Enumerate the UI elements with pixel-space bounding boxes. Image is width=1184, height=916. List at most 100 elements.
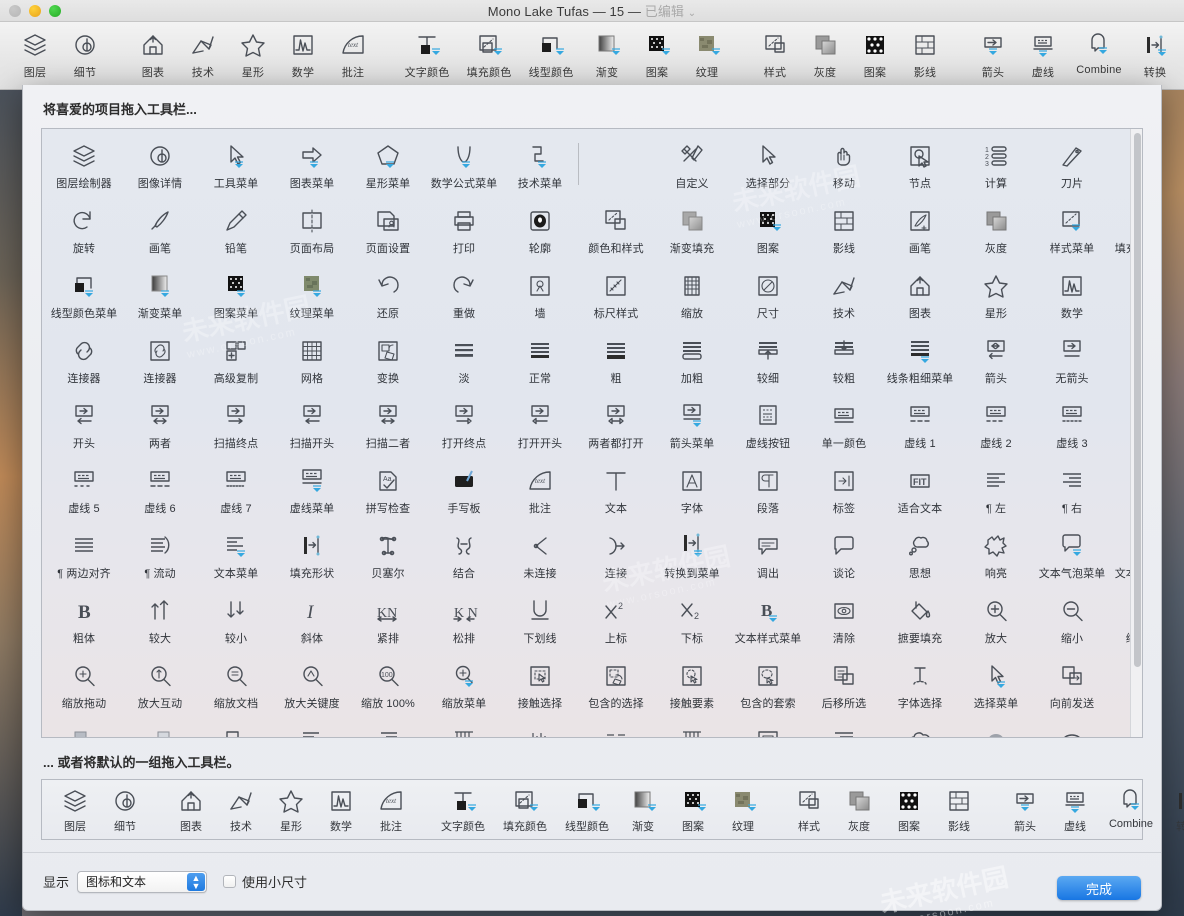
default-set-item-gradient[interactable]: 渐变 [618, 785, 668, 834]
palette-item-zoom-in[interactable]: 放大 [958, 590, 1034, 646]
palette-item-redo[interactable]: 重做 [426, 265, 502, 321]
palette-item-zoom-menu[interactable]: 缩放菜单 [426, 655, 502, 711]
palette-item-sweep-start[interactable]: 扫描开头 [274, 395, 350, 451]
palette-item-fill-shape[interactable]: 填充形状 [274, 525, 350, 581]
toolbar-item-texture[interactable]: 纹理 [682, 28, 732, 80]
default-set-item-hatch[interactable]: 影线 [934, 785, 984, 834]
palette-item-paragraph[interactable]: 段落 [730, 460, 806, 516]
palette-item-fit-text[interactable]: FIT适合文本 [882, 460, 958, 516]
palette-item-send-back[interactable]: 后移所选 [806, 655, 882, 711]
palette-item-select-part[interactable]: 选择部分 [730, 135, 806, 191]
palette-item-annotate[interactable]: text批注 [502, 460, 578, 516]
toolbar-item-text-color[interactable]: 文字颜色 [396, 28, 458, 80]
palette-item-align-right[interactable]: ¶ 右 [1034, 460, 1110, 516]
palette-item-pattern[interactable]: 图案 [730, 200, 806, 256]
palette-item-layers[interactable]: 图层绘制器 [46, 135, 122, 191]
palette-item-select-menu[interactable]: 选择菜单 [958, 655, 1034, 711]
palette-item-clear[interactable]: 清除 [806, 590, 882, 646]
palette-item-thought[interactable]: 思想 [882, 525, 958, 581]
palette-item-text[interactable]: 文本 [578, 460, 654, 516]
palette-item-align-rows2[interactable] [350, 720, 426, 737]
toolbar-item-convert[interactable]: 转换 [1130, 28, 1180, 80]
palette-item-pattern-menu[interactable]: 图案菜单 [198, 265, 274, 321]
palette-item-bold[interactable]: B粗体 [46, 590, 122, 646]
palette-item-zoom-interactive[interactable]: 放大互动 [122, 655, 198, 711]
default-set-item-chart[interactable]: 图表 [166, 785, 216, 834]
palette-item-touch-select[interactable]: 接触选择 [502, 655, 578, 711]
palette-item-dash2[interactable]: 虚线 2 [958, 395, 1034, 451]
palette-item-connector[interactable]: 连接器 [46, 330, 122, 386]
palette-item-open-end[interactable]: 打开终点 [426, 395, 502, 451]
default-toolbar-set[interactable]: 图层细节图表技术星形数学text批注文字颜色填充颜色线型颜色渐变图案纹理样式灰度… [41, 779, 1143, 841]
zoom-button[interactable] [49, 5, 61, 17]
palette-item-text-menu[interactable]: 文本菜单 [198, 525, 274, 581]
palette-item-thinner-line[interactable]: 较细 [730, 330, 806, 386]
palette-item-single-color[interactable]: 单一颜色 [806, 395, 882, 451]
palette-item-technical-menu[interactable]: 技术菜单 [502, 135, 578, 191]
palette-item-arrow-both[interactable]: 箭头 [958, 330, 1034, 386]
palette-item-loud[interactable]: 响亮 [958, 525, 1034, 581]
window-controls[interactable] [9, 5, 61, 17]
palette-item-texture-menu[interactable]: 纹理菜单 [274, 265, 350, 321]
palette-item-pencil[interactable]: 铅笔 [198, 200, 274, 256]
palette-item-print[interactable]: 打印 [426, 200, 502, 256]
palette-item-italic[interactable]: I斜体 [274, 590, 350, 646]
palette-item-spellcheck[interactable]: Aa拼写检查 [350, 460, 426, 516]
palette-item-zoom-selection[interactable]: 缩放选择 [1110, 590, 1130, 646]
palette-item-brush-plus[interactable]: 画笔 [882, 200, 958, 256]
display-mode-select[interactable]: 图标和文本 ▲▼ [77, 871, 207, 893]
palette-item-text-style-menu[interactable]: B文本样式菜单 [730, 590, 806, 646]
default-set-item-technical[interactable]: 技术 [216, 785, 266, 834]
palette-item-line-color-menu[interactable]: 线型颜色菜单 [46, 265, 122, 321]
use-small-size-row[interactable]: 使用小尺寸 [223, 872, 307, 891]
palette-item-cursor-menu[interactable]: 工具菜单 [198, 135, 274, 191]
chevron-down-icon[interactable]: ⌄ [688, 8, 696, 19]
default-set-item-style[interactable]: 样式 [784, 785, 834, 834]
toolbar-item-hatch[interactable]: 影线 [900, 28, 950, 80]
palette-item-color-wheel[interactable]: 颜色 [1110, 265, 1130, 321]
toolbar-item-gradient[interactable]: 渐变 [582, 28, 632, 80]
palette-scrollbar[interactable] [1130, 129, 1142, 737]
toolbar-item-detail[interactable]: 细节 [60, 28, 110, 80]
default-set-item-annotate[interactable]: text批注 [366, 785, 416, 834]
palette-item-send-backward[interactable]: 后送 [1110, 655, 1130, 711]
palette-item-subscript[interactable]: 2下标 [654, 590, 730, 646]
palette-item-outline[interactable]: 轮廓 [502, 200, 578, 256]
palette-item-line-weight-menu[interactable]: 线条粗细菜单 [882, 330, 958, 386]
palette-item-hand[interactable]: 移动 [806, 135, 882, 191]
palette-item-align-center[interactable]: ¶ 居中 [1110, 460, 1130, 516]
palette-item-dash5[interactable]: 虚线 5 [46, 460, 122, 516]
palette-item-zoom-drag[interactable]: 缩放拖动 [46, 655, 122, 711]
palette-item-sweep-both[interactable]: 扫描二者 [350, 395, 426, 451]
palette-item-math[interactable]: 数学 [1034, 265, 1110, 321]
item-palette[interactable]: 图层绘制器图像详情工具菜单图表菜单星形菜单数学公式菜单技术菜单自定义选择部分移动… [42, 129, 1130, 737]
palette-item-tablet[interactable]: 手写板 [426, 460, 502, 516]
palette-item-font[interactable]: 字体 [654, 460, 730, 516]
palette-item-detail[interactable]: 图像详情 [122, 135, 198, 191]
toolbar-item-layers[interactable]: 图层 [10, 28, 60, 80]
use-small-size-checkbox[interactable] [223, 875, 236, 888]
palette-item-underline[interactable]: 下划线 [502, 590, 578, 646]
palette-item-send-forward[interactable]: 向前发送 [1034, 655, 1110, 711]
palette-item-gradient-menu[interactable]: 渐变菜单 [122, 265, 198, 321]
palette-item-pentagon-menu[interactable]: 星形菜单 [350, 135, 426, 191]
default-set-item-grayscale[interactable]: 灰度 [834, 785, 884, 834]
palette-item-dash1[interactable]: 虚线 1 [882, 395, 958, 451]
default-set-item-layers[interactable]: 图层 [50, 785, 100, 834]
default-set-item-pattern2[interactable]: 图案 [884, 785, 934, 834]
palette-item-shape-back[interactable] [122, 720, 198, 737]
default-set-item-star[interactable]: 星形 [266, 785, 316, 834]
palette-item-zoom[interactable]: 缩放 [654, 265, 730, 321]
palette-item-bucket-fill[interactable]: 摭要填充 [882, 590, 958, 646]
palette-item-talk[interactable]: 谈论 [806, 525, 882, 581]
palette-item-align-justify[interactable]: ¶ 两边对齐 [46, 525, 122, 581]
toolbar-item-line-color[interactable]: 线型颜色 [520, 28, 582, 80]
toolbar-item-star[interactable]: 星形 [228, 28, 278, 80]
minimize-button[interactable] [29, 5, 41, 17]
palette-item-zoom-out[interactable]: 缩小 [1034, 590, 1110, 646]
palette-item-customize[interactable]: 自定义 [654, 135, 730, 191]
palette-item-thick-line[interactable]: 粗 [578, 330, 654, 386]
default-set-item-dash[interactable]: 虚线 [1050, 785, 1100, 834]
palette-item-chart-menu[interactable]: 图表菜单 [274, 135, 350, 191]
palette-item-color-style[interactable]: 颜色和样式 [578, 200, 654, 256]
